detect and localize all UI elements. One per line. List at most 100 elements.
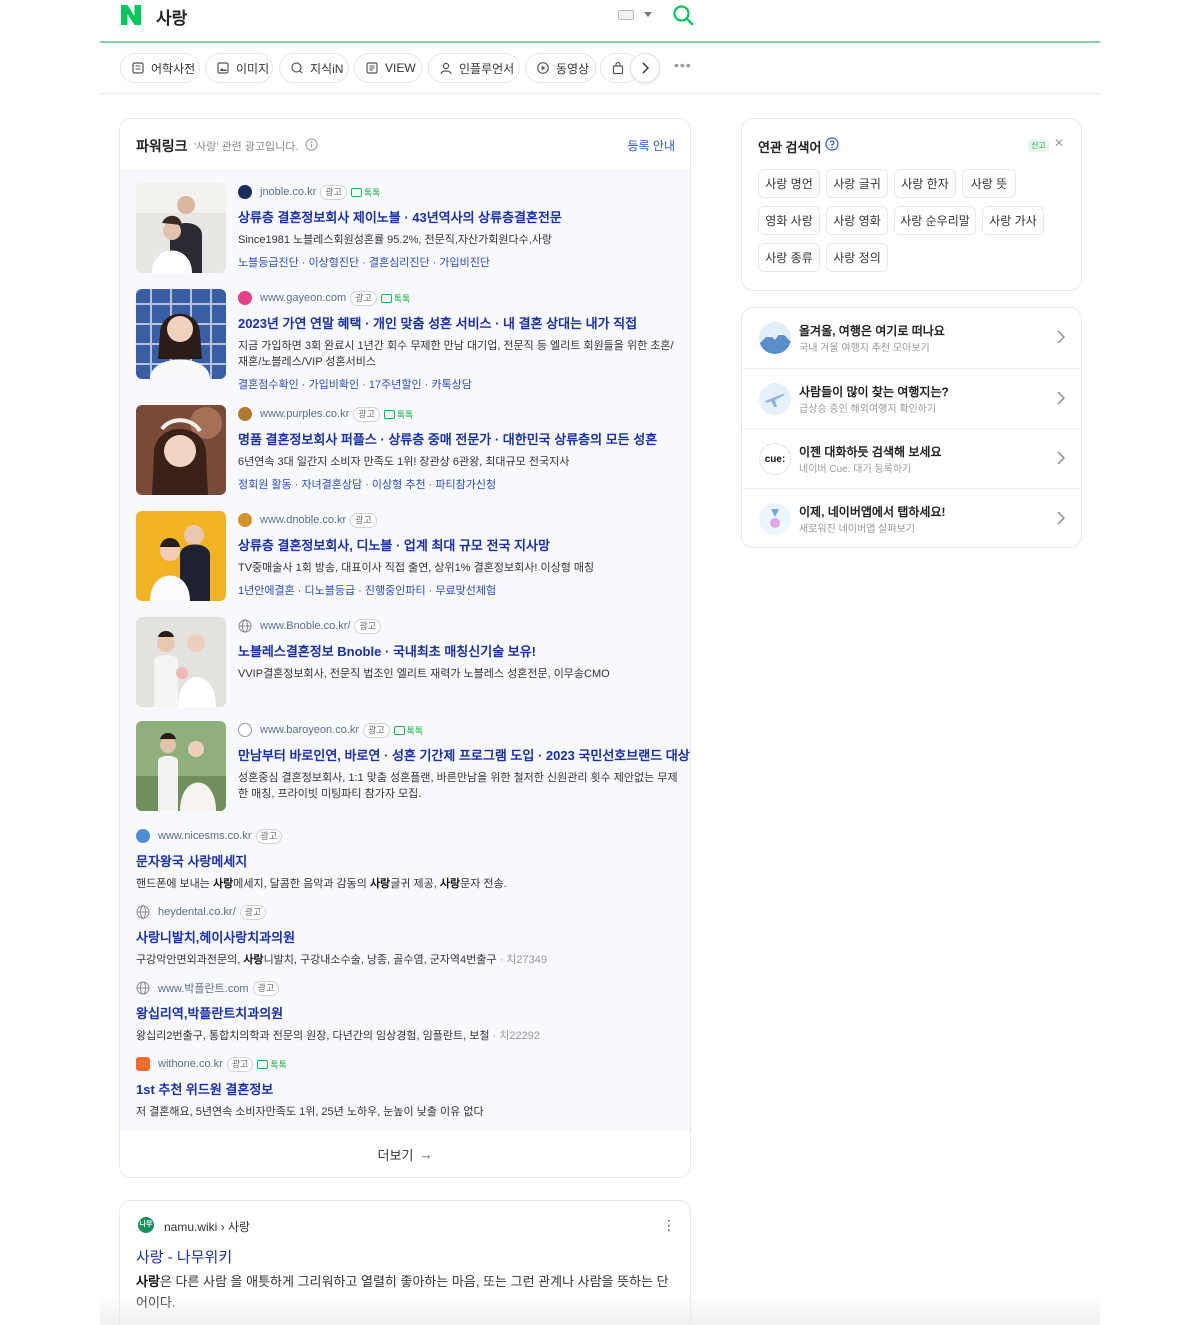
image-icon (217, 62, 229, 74)
ad-item: heydental.co.kr/광고 사랑니발치,헤이사랑치과의원 구강악안면외… (120, 903, 690, 966)
tab-kin[interactable]: 지식iN (279, 53, 349, 83)
ad-title[interactable]: 명품 결혼정보회사 퍼플스 · 상류층 중매 전문가 · 대한민국 상류층의 모… (238, 429, 678, 448)
ad-title[interactable]: 2023년 가연 연말 혜택 · 개인 맞춤 성혼 서비스 · 내 결혼 상대는… (238, 313, 678, 332)
tab-image[interactable]: 이미지 (205, 53, 273, 83)
ad-title[interactable]: 만남부터 바로인연, 바로연 · 성혼 기간제 프로그램 도입 · 2023 국… (238, 745, 690, 764)
tab-view[interactable]: VIEW (354, 53, 422, 83)
related-keyword[interactable]: 사랑 뜻 (962, 169, 1016, 198)
powerlink-header: 파워링크 '사랑' 관련 광고입니다. 등록 안내 (120, 119, 690, 171)
more-ads-button[interactable]: 더보기 → (120, 1129, 690, 1177)
promo-item[interactable]: 사람들이 많이 찾는 여행지는? 급상승 중인 해외여행지 확인하기 (742, 368, 1081, 428)
tab-influencer[interactable]: 인플루언서 (428, 53, 520, 83)
report-button[interactable]: 신고 (1028, 139, 1049, 152)
keyboard-icon[interactable] (618, 10, 634, 20)
result-source[interactable]: namu.wiki › 사랑 (164, 1218, 250, 1235)
ad-thumbnail[interactable] (136, 617, 226, 707)
ad-sitelinks[interactable]: 정회원 활동 · 자녀결혼상담 · 이상형 추천 · 파티참가신청 (238, 476, 678, 492)
ad-thumbnail[interactable] (136, 405, 226, 495)
ad-title[interactable]: 왕십리역,박플란트치과의원 (136, 1003, 676, 1022)
ad-url[interactable]: www.박플란트.com (158, 980, 249, 996)
site-favicon-icon (136, 829, 150, 843)
related-keyword[interactable]: 영화 사랑 (758, 206, 820, 235)
chat-icon (350, 187, 362, 197)
desc-text: 왕십리2번출구, 통합치의학과 전문의 원장, 다년간의 임상경험, 임플란트,… (136, 1030, 490, 1042)
ad-url[interactable]: www.dnoble.co.kr (260, 514, 346, 526)
naver-app-icon (759, 503, 791, 535)
ad-thumbnail[interactable] (136, 721, 226, 811)
tabs-next-button[interactable] (630, 53, 660, 83)
related-keyword[interactable]: 사랑 가사 (982, 206, 1044, 235)
ad-sitelinks[interactable]: 1년안에결혼 · 디노블등급 · 진행중인파티 · 무료맞선체험 (238, 582, 678, 598)
search-tabs: 어학사전 이미지 지식iN VIEW 인플루언서 동영상 ••• (100, 43, 1100, 94)
tab-dictionary[interactable]: 어학사전 (120, 53, 200, 83)
promo-item[interactable]: 이제, 네이버앱에서 탭하세요! 새로워진 네이버앱 살펴보기 (742, 488, 1081, 548)
talktalk-button[interactable]: 톡톡 (380, 292, 411, 305)
promo-item[interactable]: cue: 이젠 대화하듯 검색해 보세요 네이버 Cue: 대기 등록하기 (742, 428, 1081, 488)
ad-register-link[interactable]: 등록 안내 (628, 137, 676, 154)
ad-title[interactable]: 상류층 결혼정보회사 제이노블 · 43년역사의 상류층결혼전문 (238, 207, 678, 226)
ad-thumbnail[interactable] (136, 511, 226, 601)
talktalk-button[interactable]: 톡톡 (350, 186, 380, 199)
desc-text: 핸드폰에 보내는 (136, 878, 213, 890)
ad-title[interactable]: 노블레스결혼정보 Bnoble · 국내최초 매칭신기술 보유! (238, 641, 678, 660)
dictionary-icon (132, 62, 144, 74)
ad-url[interactable]: heydental.co.kr/ (158, 906, 236, 918)
tab-video[interactable]: 동영상 (525, 53, 596, 83)
influencer-icon (440, 62, 452, 75)
talktalk-label: 톡톡 (393, 293, 411, 304)
naver-n-logo[interactable] (120, 4, 142, 26)
related-keyword[interactable]: 사랑 영화 (826, 206, 888, 235)
desc-text: 메세지, 달콤한 음악과 감동의 (233, 878, 370, 890)
ad-sitelinks[interactable]: 결혼점수확인 · 가입비확인 · 17주년할인 · 카톡상담 (238, 376, 678, 392)
ad-title[interactable]: 1st 추천 위드원 결혼정보 (136, 1079, 676, 1098)
kebab-menu-icon[interactable]: ⋮ (662, 1217, 676, 1234)
ad-url[interactable]: www.nicesms.co.kr (158, 830, 252, 842)
chevron-down-icon[interactable] (644, 12, 652, 17)
ad-title[interactable]: 상류층 결혼정보회사, 디노블 · 업계 최대 규모 전국 지사망 (238, 535, 678, 554)
ad-badge: 광고 (350, 290, 377, 306)
related-keyword[interactable]: 사랑 종류 (758, 243, 820, 272)
search-query-text[interactable]: 사랑 (156, 4, 187, 29)
ad-url[interactable]: jnoble.co.kr (260, 186, 316, 198)
promo-title: 이젠 대화하듯 검색해 보세요 (799, 445, 942, 459)
talktalk-button[interactable]: 톡톡 (383, 408, 413, 421)
search-icon[interactable] (672, 4, 694, 26)
ad-badge: 광고 (350, 512, 377, 528)
promo-subtitle: 급상승 중인 해외여행지 확인하기 (799, 404, 937, 415)
ad-description: Since1981 노블레스회원성혼률 95.2%, 전문직,자산가회원다수,사… (238, 234, 553, 246)
ad-thumbnail[interactable] (136, 183, 226, 273)
ad-url[interactable]: withone.co.kr (158, 1058, 223, 1070)
related-searches: 연관 검색어 신고 ✕ 사랑 명언 사랑 글귀 사랑 한자 사랑 뜻 영화 사랑… (741, 118, 1082, 291)
close-icon[interactable]: ✕ (1054, 136, 1064, 150)
ad-sitelinks[interactable]: 노블등급진단 · 이상형진단 · 결혼심리진단 · 가입비진단 (238, 254, 678, 270)
ad-title[interactable]: 사랑니발치,헤이사랑치과의원 (136, 927, 676, 946)
promo-item[interactable]: 올겨울, 여행은 여기로 떠나요 국내 겨울 여행지 추천 모아보기 (742, 308, 1081, 368)
globe-icon (136, 981, 150, 995)
help-icon[interactable] (825, 137, 839, 151)
ad-badge: 광고 (353, 406, 380, 422)
ad-url[interactable]: www.gayeon.com (260, 292, 346, 304)
talktalk-button[interactable]: 톡톡 (257, 1058, 287, 1071)
ad-badge: 광고 (255, 828, 283, 844)
tab-label: 어학사전 (151, 61, 196, 76)
ad-description: 성혼중심 결혼정보회사, 1:1 맞춤 성혼플랜, 바른만남을 위한 철저한 신… (238, 772, 678, 800)
result-title[interactable]: 사랑 - 나무위키 (136, 1246, 232, 1267)
ad-thumbnail[interactable] (136, 289, 226, 379)
talktalk-button[interactable]: 톡톡 (393, 724, 423, 737)
related-keyword[interactable]: 사랑 한자 (894, 169, 956, 198)
promo-title: 올겨울, 여행은 여기로 떠나요 (799, 324, 945, 338)
ad-url[interactable]: www.baroyeon.co.kr (260, 724, 359, 736)
related-keyword[interactable]: 사랑 정의 (826, 243, 888, 272)
ad-title[interactable]: 문자왕국 사랑메세지 (136, 851, 676, 870)
related-keyword[interactable]: 사랑 순우리말 (894, 206, 976, 235)
license-number: · 치27349 (496, 954, 548, 966)
powerlink-section: 파워링크 '사랑' 관련 광고입니다. 등록 안내 jnoble.co.kr 광고… (119, 118, 691, 1178)
ad-item: jnoble.co.kr 광고 톡톡 상류층 결혼정보회사 제이노블 · 43년역사… (120, 183, 690, 273)
related-keyword[interactable]: 사랑 명언 (758, 169, 820, 198)
ad-url[interactable]: www.purples.co.kr (260, 408, 349, 420)
more-tabs-icon[interactable]: ••• (674, 57, 692, 73)
info-icon[interactable] (305, 138, 318, 151)
ad-badge: 광고 (354, 618, 382, 634)
ad-url[interactable]: www.Bnoble.co.kr/ (260, 620, 350, 632)
related-keyword[interactable]: 사랑 글귀 (826, 169, 888, 198)
